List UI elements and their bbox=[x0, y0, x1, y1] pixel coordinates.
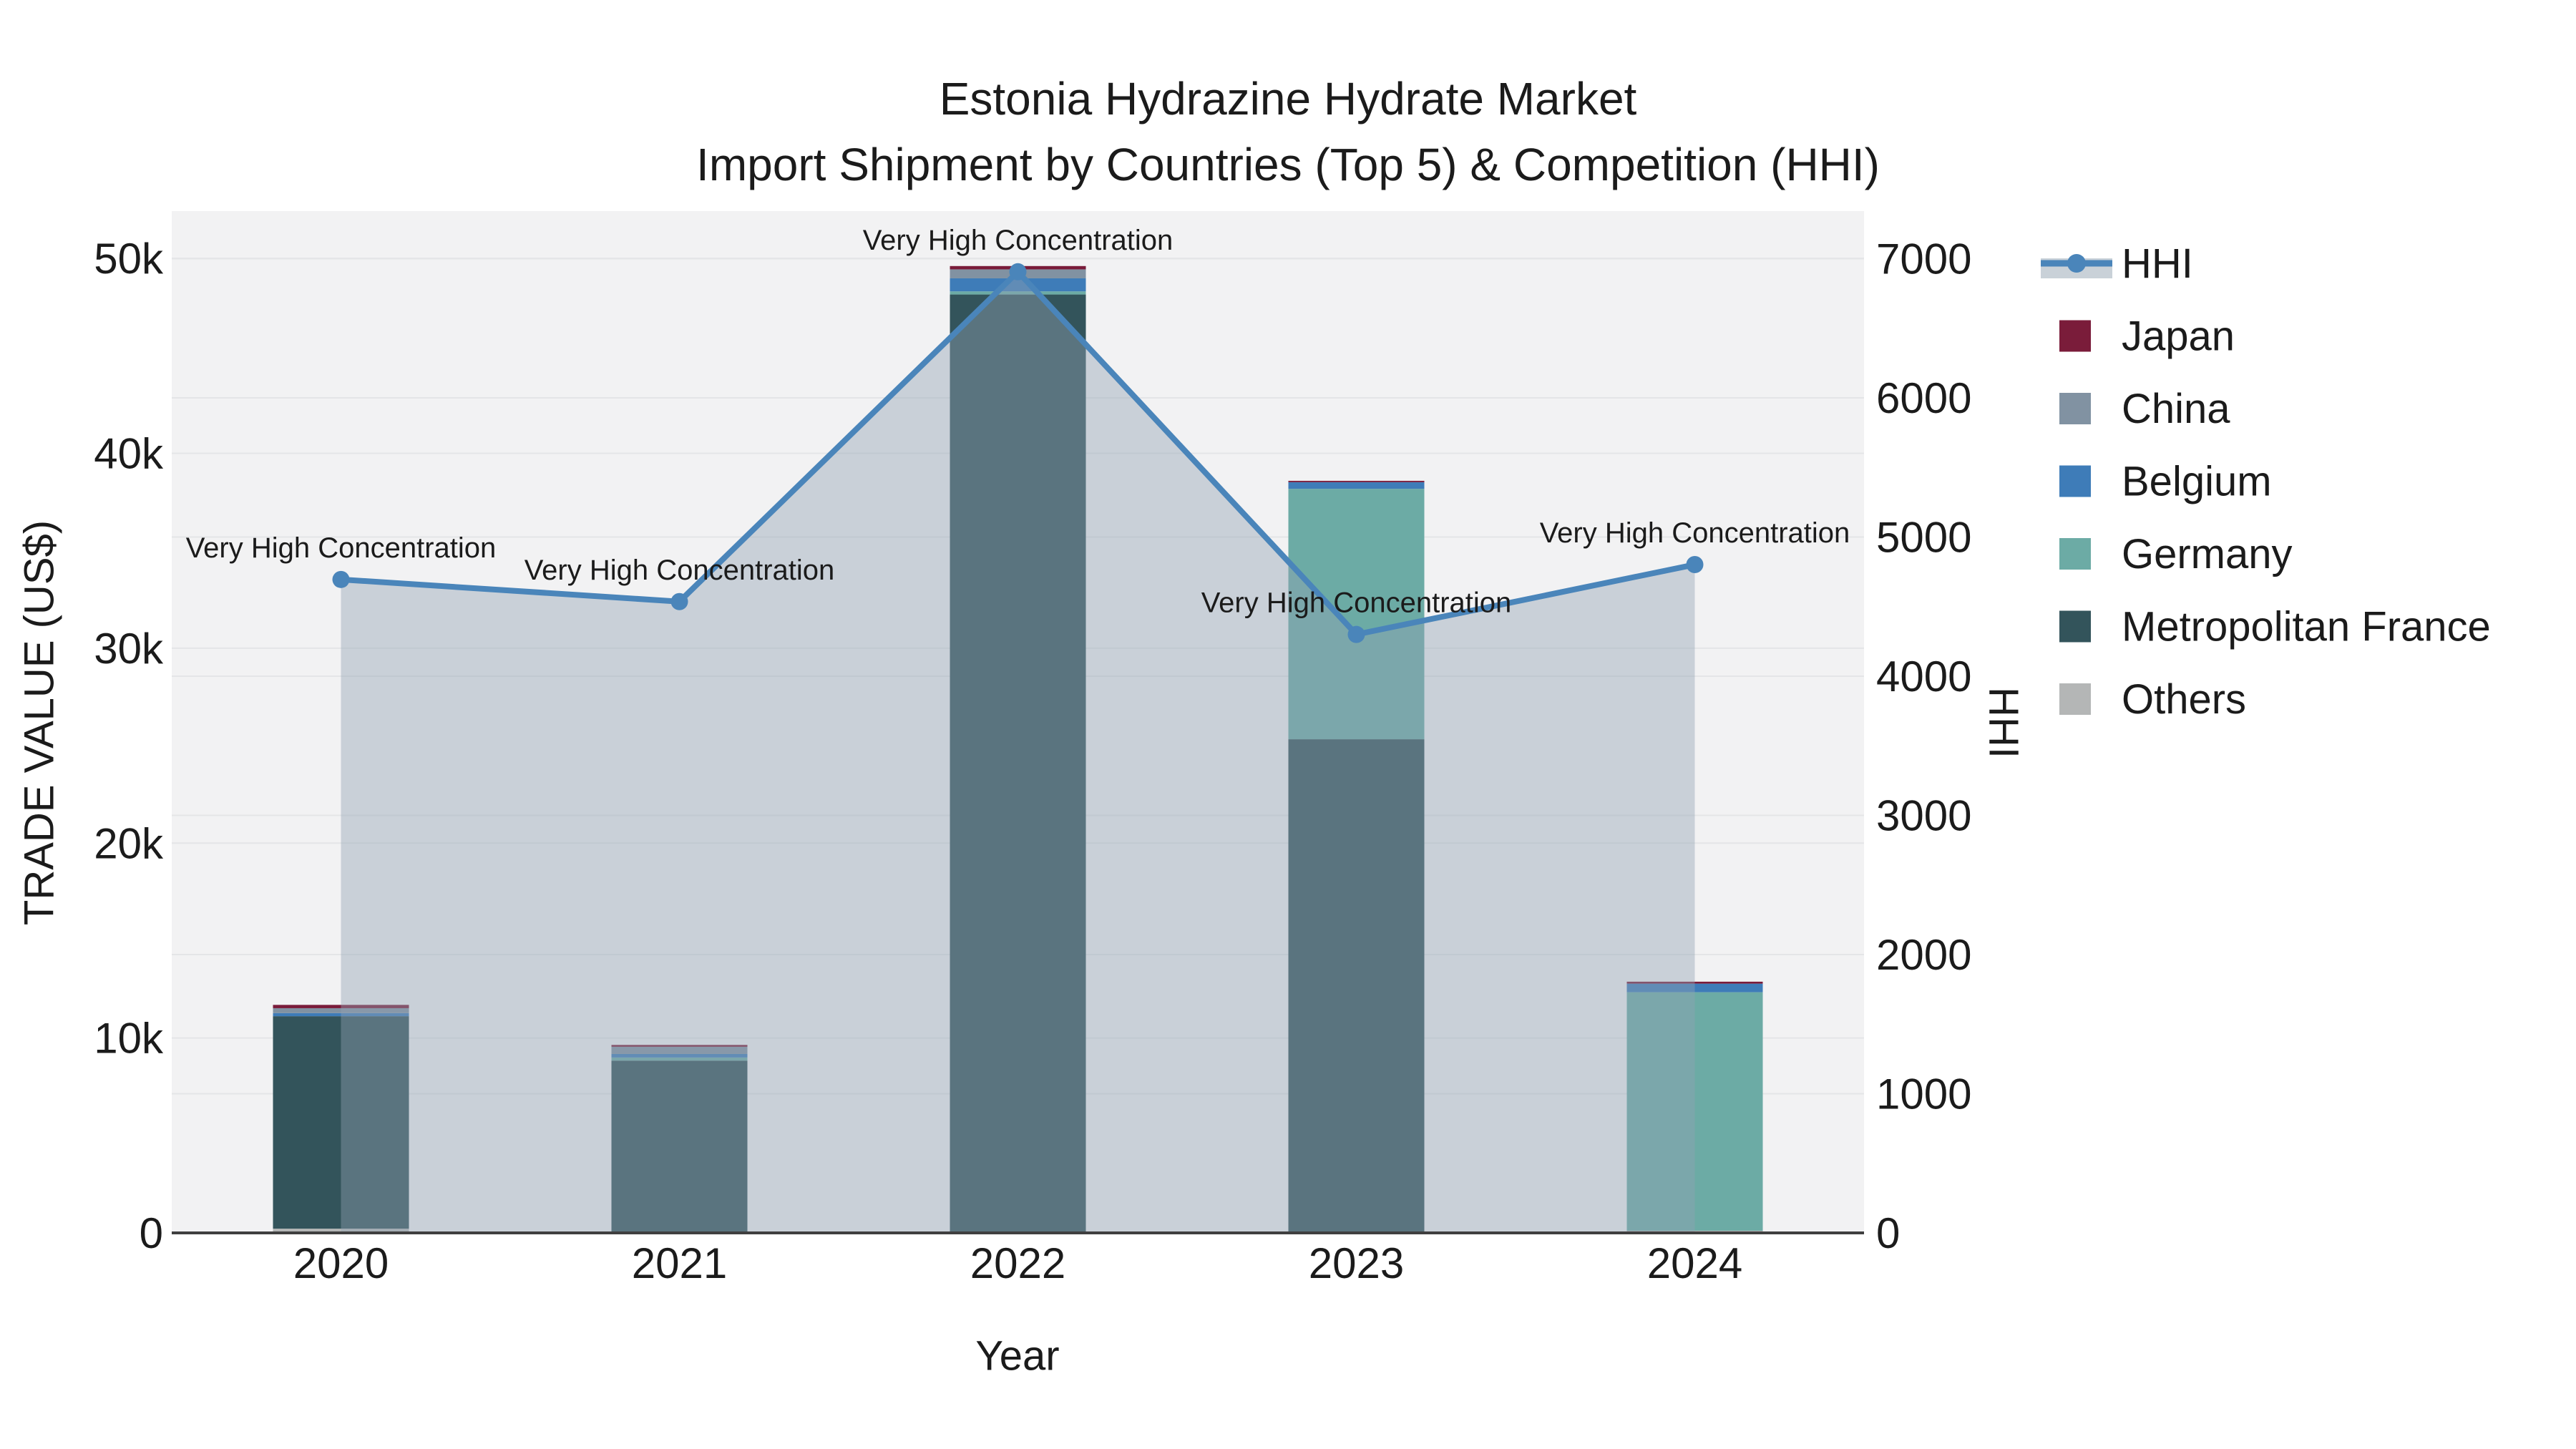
legend-label-china: China bbox=[2122, 386, 2230, 432]
tick-label-x-2023: 2023 bbox=[1309, 1239, 1404, 1287]
legend-swatch-japan bbox=[2059, 320, 2091, 352]
legend-label-japan: Japan bbox=[2122, 313, 2235, 360]
legend-label-others: Others bbox=[2122, 676, 2246, 723]
legend-item-metropolitan-france[interactable]: Metropolitan France bbox=[2059, 604, 2491, 650]
bar-segment-2023-belgium bbox=[1288, 482, 1425, 489]
legend-label-metropolitan-france: Metropolitan France bbox=[2122, 604, 2491, 650]
hhi-marker-2020 bbox=[332, 570, 350, 588]
legend-label-hhi: HHI bbox=[2122, 240, 2193, 287]
legend-item-belgium[interactable]: Belgium bbox=[2059, 459, 2272, 505]
chart-title: Estonia Hydrazine Hydrate Market Import … bbox=[0, 66, 2576, 197]
tick-label-right-4000: 4000 bbox=[1876, 653, 1971, 701]
annotation-2021: Very High Concentration bbox=[525, 555, 835, 586]
legend-label-belgium: Belgium bbox=[2122, 459, 2272, 505]
legend-swatch-others bbox=[2059, 683, 2091, 715]
tick-label-right-3000: 3000 bbox=[1876, 792, 1971, 840]
tick-label-left-20k: 20k bbox=[94, 819, 164, 867]
annotation-2024: Very High Concentration bbox=[1540, 517, 1850, 549]
tick-label-left-50k: 50k bbox=[94, 235, 164, 283]
tick-label-x-2024: 2024 bbox=[1647, 1239, 1742, 1287]
legend-swatch-belgium bbox=[2059, 465, 2091, 497]
legend-swatch-marker-hhi bbox=[2067, 254, 2086, 273]
tick-label-right-0: 0 bbox=[1876, 1209, 1900, 1257]
tick-label-x-2022: 2022 bbox=[970, 1239, 1065, 1287]
tick-label-left-40k: 40k bbox=[94, 430, 164, 478]
bar-segment-2023-japan bbox=[1288, 480, 1425, 482]
chart-title-line2: Import Shipment by Countries (Top 5) & C… bbox=[696, 139, 1880, 190]
legend-item-japan[interactable]: Japan bbox=[2059, 313, 2235, 360]
tick-label-right-6000: 6000 bbox=[1876, 374, 1971, 422]
legend-swatch-metropolitan-france bbox=[2059, 610, 2091, 643]
hhi-marker-2021 bbox=[670, 592, 688, 610]
x-axis-title: Year bbox=[975, 1332, 1060, 1380]
hhi-marker-2022 bbox=[1009, 263, 1027, 280]
legend-item-china[interactable]: China bbox=[2059, 386, 2230, 432]
legend-swatch-china bbox=[2059, 393, 2091, 424]
tick-label-right-1000: 1000 bbox=[1876, 1070, 1971, 1118]
legend-swatch-germany bbox=[2059, 538, 2091, 570]
hhi-marker-2023 bbox=[1347, 625, 1365, 643]
right-axis-title: HHI bbox=[1980, 687, 2027, 758]
tick-label-left-0: 0 bbox=[140, 1209, 163, 1257]
chart-title-line1: Estonia Hydrazine Hydrate Market bbox=[939, 73, 1637, 125]
annotation-2023: Very High Concentration bbox=[1201, 587, 1512, 619]
tick-label-left-10k: 10k bbox=[94, 1015, 164, 1063]
left-axis-title: TRADE VALUE (US$) bbox=[16, 519, 63, 926]
annotation-2020: Very High Concentration bbox=[186, 532, 497, 564]
legend-item-others[interactable]: Others bbox=[2059, 676, 2246, 723]
tick-label-right-7000: 7000 bbox=[1876, 235, 1971, 283]
tick-label-right-2000: 2000 bbox=[1876, 931, 1971, 979]
tick-label-x-2020: 2020 bbox=[293, 1239, 389, 1287]
tick-label-right-5000: 5000 bbox=[1876, 514, 1971, 562]
legend-label-germany: Germany bbox=[2122, 531, 2293, 577]
hhi-marker-2024 bbox=[1686, 556, 1704, 574]
annotation-2022: Very High Concentration bbox=[863, 225, 1174, 256]
legend-item-germany[interactable]: Germany bbox=[2059, 531, 2293, 577]
chart-canvas: 0 10k 20k 30k 40k 50k 0 1000 2000 3000 4000 5000 600… bbox=[94, 211, 2491, 1287]
legend-item-hhi[interactable]: HHI bbox=[2041, 240, 2193, 287]
tick-label-x-2021: 2021 bbox=[632, 1239, 727, 1287]
tick-label-left-30k: 30k bbox=[94, 625, 164, 673]
